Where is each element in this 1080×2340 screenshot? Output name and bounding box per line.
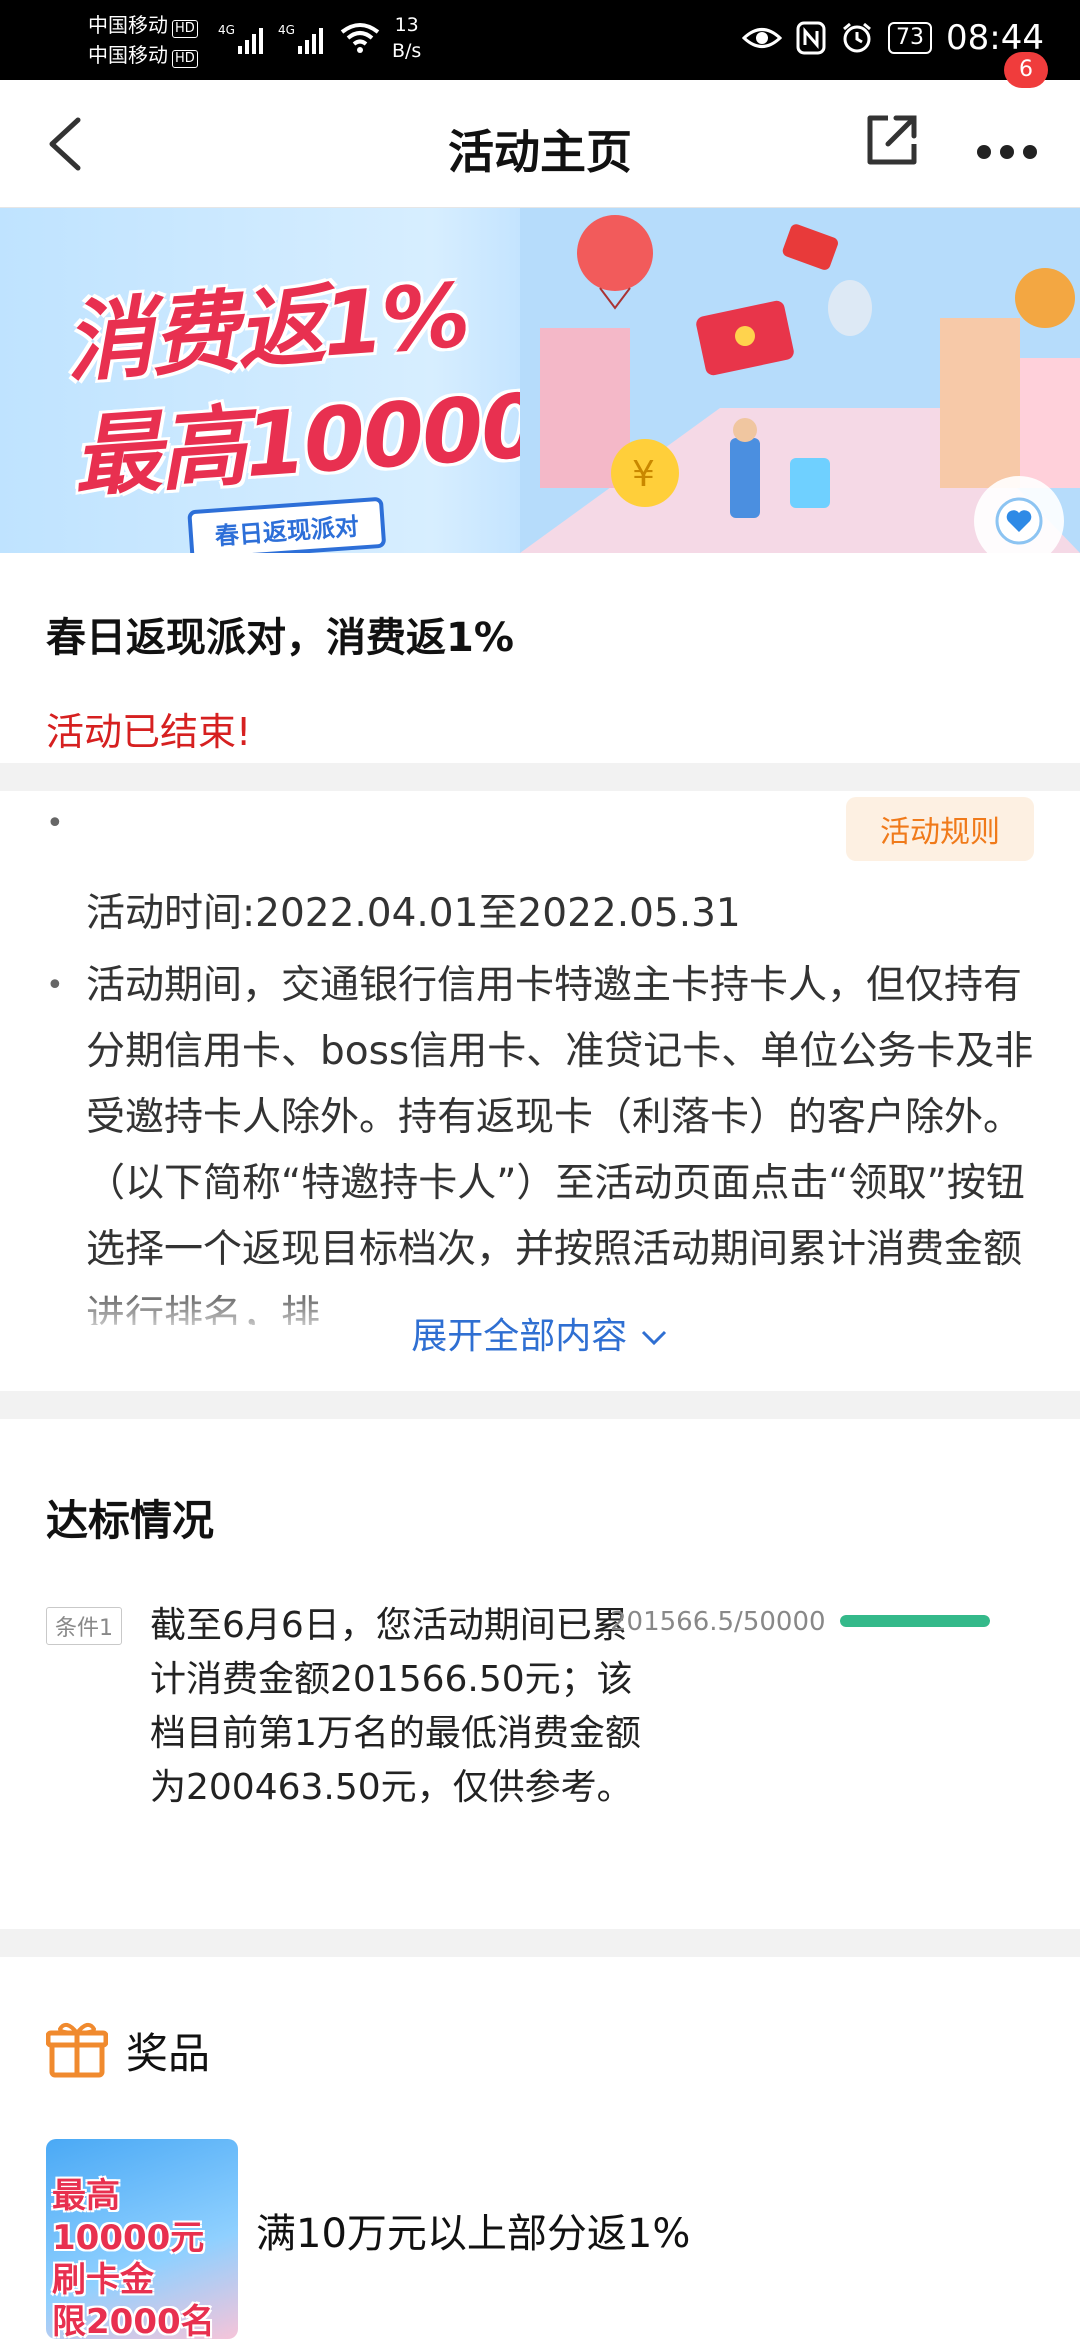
eye-icon: [742, 28, 783, 48]
progress-section: 达标情况 条件1 截至6月6日，您活动期间已累计消费金额201566.50元；该…: [0, 1419, 1080, 1929]
carrier-1: 中国移动: [88, 13, 168, 37]
share-icon: [867, 115, 917, 165]
carrier-info: 中国移动 HD 中国移动 HD: [88, 10, 198, 70]
chevron-down-icon: [641, 1330, 666, 1346]
more-button[interactable]: [972, 140, 1042, 164]
net-label-2: 4G: [278, 23, 295, 37]
app-header: 活动主页 6: [0, 52, 1080, 208]
promo-banner[interactable]: 消费返1% 最高10000元 春日返现派对 ¥: [0, 208, 1080, 553]
divider: [0, 1391, 1080, 1419]
status-right: 73 08:44: [742, 18, 1044, 58]
prize-title: 奖品: [126, 2028, 211, 2078]
progress-title: 达标情况: [46, 1496, 215, 1545]
carrier-2: 中国移动: [88, 43, 168, 67]
alarm-icon: [843, 22, 871, 53]
share-button[interactable]: [862, 110, 922, 170]
prize-section: 奖品 最高10000元 刷卡金 限2000名 满10万元以上部分返1%: [0, 1957, 1080, 2340]
hd-icon: HD: [172, 50, 198, 68]
signal-icon-2: 4G: [278, 22, 330, 61]
nfc-icon: [796, 21, 826, 55]
wifi-icon: [340, 20, 380, 59]
status-bar: 中国移动 HD 中国移动 HD 4G 4G 13 B/s 73 08:44: [0, 0, 1080, 80]
divider: [0, 763, 1080, 791]
net-speed: 13 B/s: [392, 12, 421, 64]
banner-tag: 春日返现派对: [187, 496, 387, 553]
rules-section: 活动规则 活动时间:2022.04.01至2022.05.31 活动期间，交通银…: [0, 791, 1080, 1391]
expand-label: 展开全部内容: [411, 1316, 628, 1357]
hd-icon: HD: [172, 20, 198, 38]
rule-item-eligibility: 活动期间，交通银行信用卡特邀主卡持卡人，但仅持有分期信用卡、boss信用卡、准贷…: [46, 953, 1034, 1325]
net-label-1: 4G: [218, 23, 235, 37]
battery-indicator: 73: [888, 22, 933, 54]
prize-thumb-text: 最高10000元 刷卡金 限2000名: [52, 2176, 215, 2339]
divider: [0, 1929, 1080, 1957]
rule-item-time: 活动时间:2022.04.01至2022.05.31: [46, 791, 1034, 947]
activity-title: 春日返现派对，消费返1%: [46, 615, 514, 661]
progress-value: 201566.5/50000: [610, 1607, 826, 1637]
activity-info: 春日返现派对，消费返1% 活动已结束!: [0, 553, 1080, 763]
svg-text:¥: ¥: [632, 454, 655, 495]
expand-link[interactable]: 展开全部内容: [0, 1307, 1080, 1359]
progress-fill: [840, 1615, 990, 1627]
prize-description: 满10万元以上部分返1%: [256, 2211, 691, 2257]
net-speed-unit: B/s: [392, 40, 422, 62]
condition-badge: 条件1: [46, 1607, 122, 1645]
signal-icon: 4G: [218, 22, 270, 61]
notification-badge: 6: [1004, 52, 1048, 88]
activity-status: 活动已结束!: [46, 710, 252, 754]
condition-text: 截至6月6日，您活动期间已累计消费金额201566.50元；该档目前第1万名的最…: [150, 1605, 641, 1808]
progress-bar: [840, 1615, 990, 1627]
gift-icon: [46, 2022, 108, 2078]
net-speed-value: 13: [394, 14, 419, 36]
heart-icon: [995, 497, 1043, 545]
prize-header: 奖品: [46, 2019, 210, 2081]
more-icon: [977, 145, 1037, 159]
prize-thumbnail[interactable]: 最高10000元 刷卡金 限2000名: [46, 2139, 238, 2339]
